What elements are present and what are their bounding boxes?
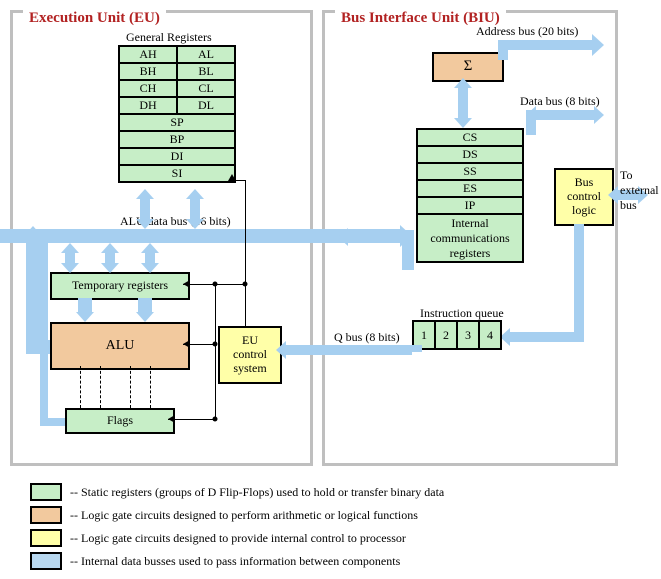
reg-bp: BP bbox=[119, 131, 235, 148]
ctrl-dot-2 bbox=[213, 282, 218, 287]
reg-ss: SS bbox=[417, 163, 523, 180]
ctrl-dot-2b bbox=[213, 342, 218, 347]
legend-swatch-yellow bbox=[30, 529, 62, 547]
bus-conn-temp1 bbox=[65, 253, 75, 263]
q-bus-joint bbox=[412, 345, 422, 352]
bus-conn-temp3 bbox=[145, 253, 155, 263]
alu-bus-biu-link bbox=[348, 232, 402, 242]
legend-orange: -- Logic gate circuits designed to perfo… bbox=[70, 508, 418, 523]
temp-registers: Temporary registers bbox=[50, 272, 190, 300]
busctrl-to-iq bbox=[510, 332, 584, 342]
ctrl-to-alu-arrow bbox=[183, 340, 190, 348]
alu-flags-dash-1 bbox=[80, 366, 81, 408]
bus-conn-2 bbox=[190, 199, 200, 219]
eu-title: Execution Unit (EU) bbox=[23, 10, 166, 27]
bus-conn-temp2 bbox=[105, 253, 115, 263]
ctrl-main-v bbox=[245, 180, 246, 326]
reg-cs: CS bbox=[417, 129, 523, 146]
alu-feedback-main bbox=[26, 236, 40, 354]
ctrl-branch-v bbox=[215, 284, 216, 419]
q-bus bbox=[286, 345, 412, 355]
alu-in-2 bbox=[138, 298, 152, 312]
alu-flags-dash-4 bbox=[150, 366, 151, 408]
reg-dl: DL bbox=[177, 97, 235, 114]
general-registers-heading: General Registers bbox=[126, 30, 212, 45]
address-bus-label: Address bus (20 bits) bbox=[476, 24, 578, 39]
reg-sp: SP bbox=[119, 114, 235, 131]
data-bus bbox=[536, 110, 594, 120]
alu-in-1 bbox=[78, 298, 92, 312]
reg-al: AL bbox=[177, 46, 235, 63]
address-bus bbox=[498, 40, 594, 50]
reg-ah: AH bbox=[119, 46, 177, 63]
legend-swatch-blue bbox=[30, 552, 62, 570]
instruction-queue: 1 2 3 4 bbox=[412, 320, 502, 350]
legend-swatch-orange bbox=[30, 506, 62, 524]
reg-bl: BL bbox=[177, 63, 235, 80]
reg-ch: CH bbox=[119, 80, 177, 97]
ctrl-dot-1 bbox=[243, 282, 248, 287]
iq-cell-3: 3 bbox=[456, 320, 478, 350]
flags-feedback-v bbox=[40, 236, 48, 426]
ctrl-to-flags-arrow bbox=[168, 415, 175, 423]
legend-swatch-green bbox=[30, 483, 62, 501]
general-registers-table: AH AL BH BL CH CL DH DL SP BP DI SI bbox=[118, 45, 236, 183]
alu-box: ALU bbox=[50, 322, 190, 370]
data-bus-label: Data bus (8 bits) bbox=[520, 94, 600, 109]
data-bus-stub bbox=[526, 110, 536, 135]
bus-conn-1 bbox=[140, 199, 150, 219]
alu-feedback-tip bbox=[26, 236, 40, 237]
ext-bus-label: To external bus bbox=[620, 168, 659, 213]
legend: -- Static registers (groups of D Flip-Fl… bbox=[30, 478, 444, 575]
q-bus-label: Q bus (8 bits) bbox=[334, 330, 400, 345]
legend-green: -- Static registers (groups of D Flip-Fl… bbox=[70, 485, 444, 500]
reg-ip: IP bbox=[417, 197, 523, 214]
address-bus-stub bbox=[498, 40, 508, 60]
reg-ds: DS bbox=[417, 146, 523, 163]
legend-yellow: -- Logic gate circuits designed to provi… bbox=[70, 531, 406, 546]
bus-control-box: Bus control logic bbox=[554, 168, 614, 226]
reg-dh: DH bbox=[119, 97, 177, 114]
ctrl-to-flags bbox=[168, 419, 216, 420]
legend-blue: -- Internal data busses used to pass inf… bbox=[70, 554, 400, 569]
reg-bh: BH bbox=[119, 63, 177, 80]
alu-bus-biu-vlink bbox=[402, 230, 414, 270]
ctrl-dot-3 bbox=[213, 417, 218, 422]
flags-feedback-h bbox=[40, 418, 65, 426]
reg-es: ES bbox=[417, 180, 523, 197]
ctrl-to-temp-arrow bbox=[183, 280, 190, 288]
eu-control-box: EU control system bbox=[218, 326, 282, 384]
alu-flags-dash-3 bbox=[130, 366, 131, 408]
comm-regs: Internal communications registers bbox=[417, 214, 523, 262]
flags-box: Flags bbox=[65, 408, 175, 434]
reg-cl: CL bbox=[177, 80, 235, 97]
reg-di: DI bbox=[119, 148, 235, 165]
iq-cell-4: 4 bbox=[478, 320, 502, 350]
iq-cell-2: 2 bbox=[434, 320, 456, 350]
reg-si: SI bbox=[119, 165, 235, 182]
ctrl-to-regs-arrow bbox=[228, 174, 236, 181]
sigma-to-seg bbox=[458, 88, 468, 118]
alu-flags-dash-2 bbox=[100, 366, 101, 408]
segment-registers-table: CS DS SS ES IP Internal communications r… bbox=[416, 128, 524, 263]
iq-heading: Instruction queue bbox=[420, 306, 504, 321]
busctrl-down bbox=[574, 224, 584, 342]
